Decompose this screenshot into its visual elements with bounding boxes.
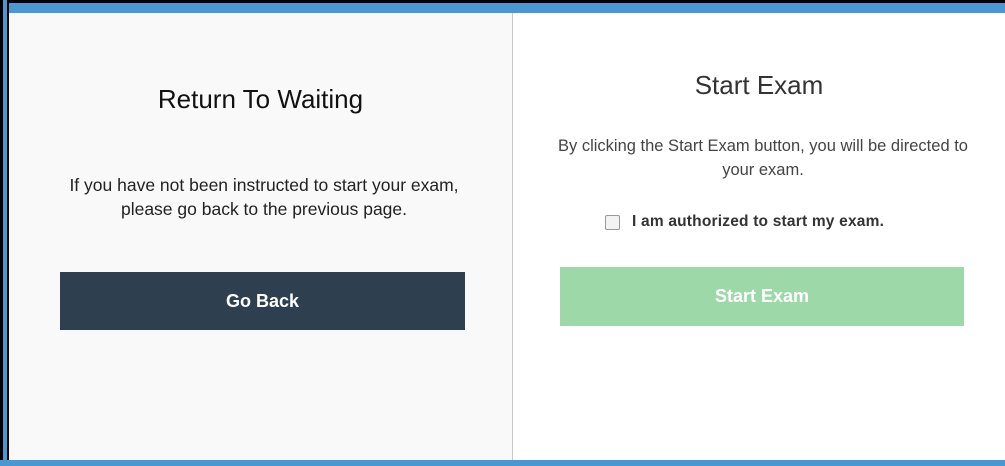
- frame-bottom-accent: [0, 460, 1005, 466]
- authorization-checkbox-label[interactable]: I am authorized to start my exam.: [632, 213, 884, 231]
- start-exam-title: Start Exam: [694, 70, 824, 100]
- start-exam-button[interactable]: Start Exam: [560, 267, 964, 326]
- authorization-checkbox-row[interactable]: I am authorized to start my exam.: [605, 213, 884, 231]
- return-to-waiting-description: If you have not been instructed to start…: [69, 175, 459, 219]
- frame-top-accent: [0, 3, 1005, 13]
- frame-left-border: [0, 0, 3, 466]
- authorization-checkbox[interactable]: [605, 214, 620, 230]
- start-exam-panel: Start Exam By clicking the Start Exam bu…: [513, 13, 1005, 460]
- start-exam-description: By clicking the Start Exam button, you w…: [558, 137, 968, 179]
- return-to-waiting-title: Return To Waiting: [157, 84, 364, 114]
- go-back-button[interactable]: Go Back: [60, 272, 465, 330]
- return-to-waiting-panel: Return To Waiting If you have not been i…: [9, 13, 513, 460]
